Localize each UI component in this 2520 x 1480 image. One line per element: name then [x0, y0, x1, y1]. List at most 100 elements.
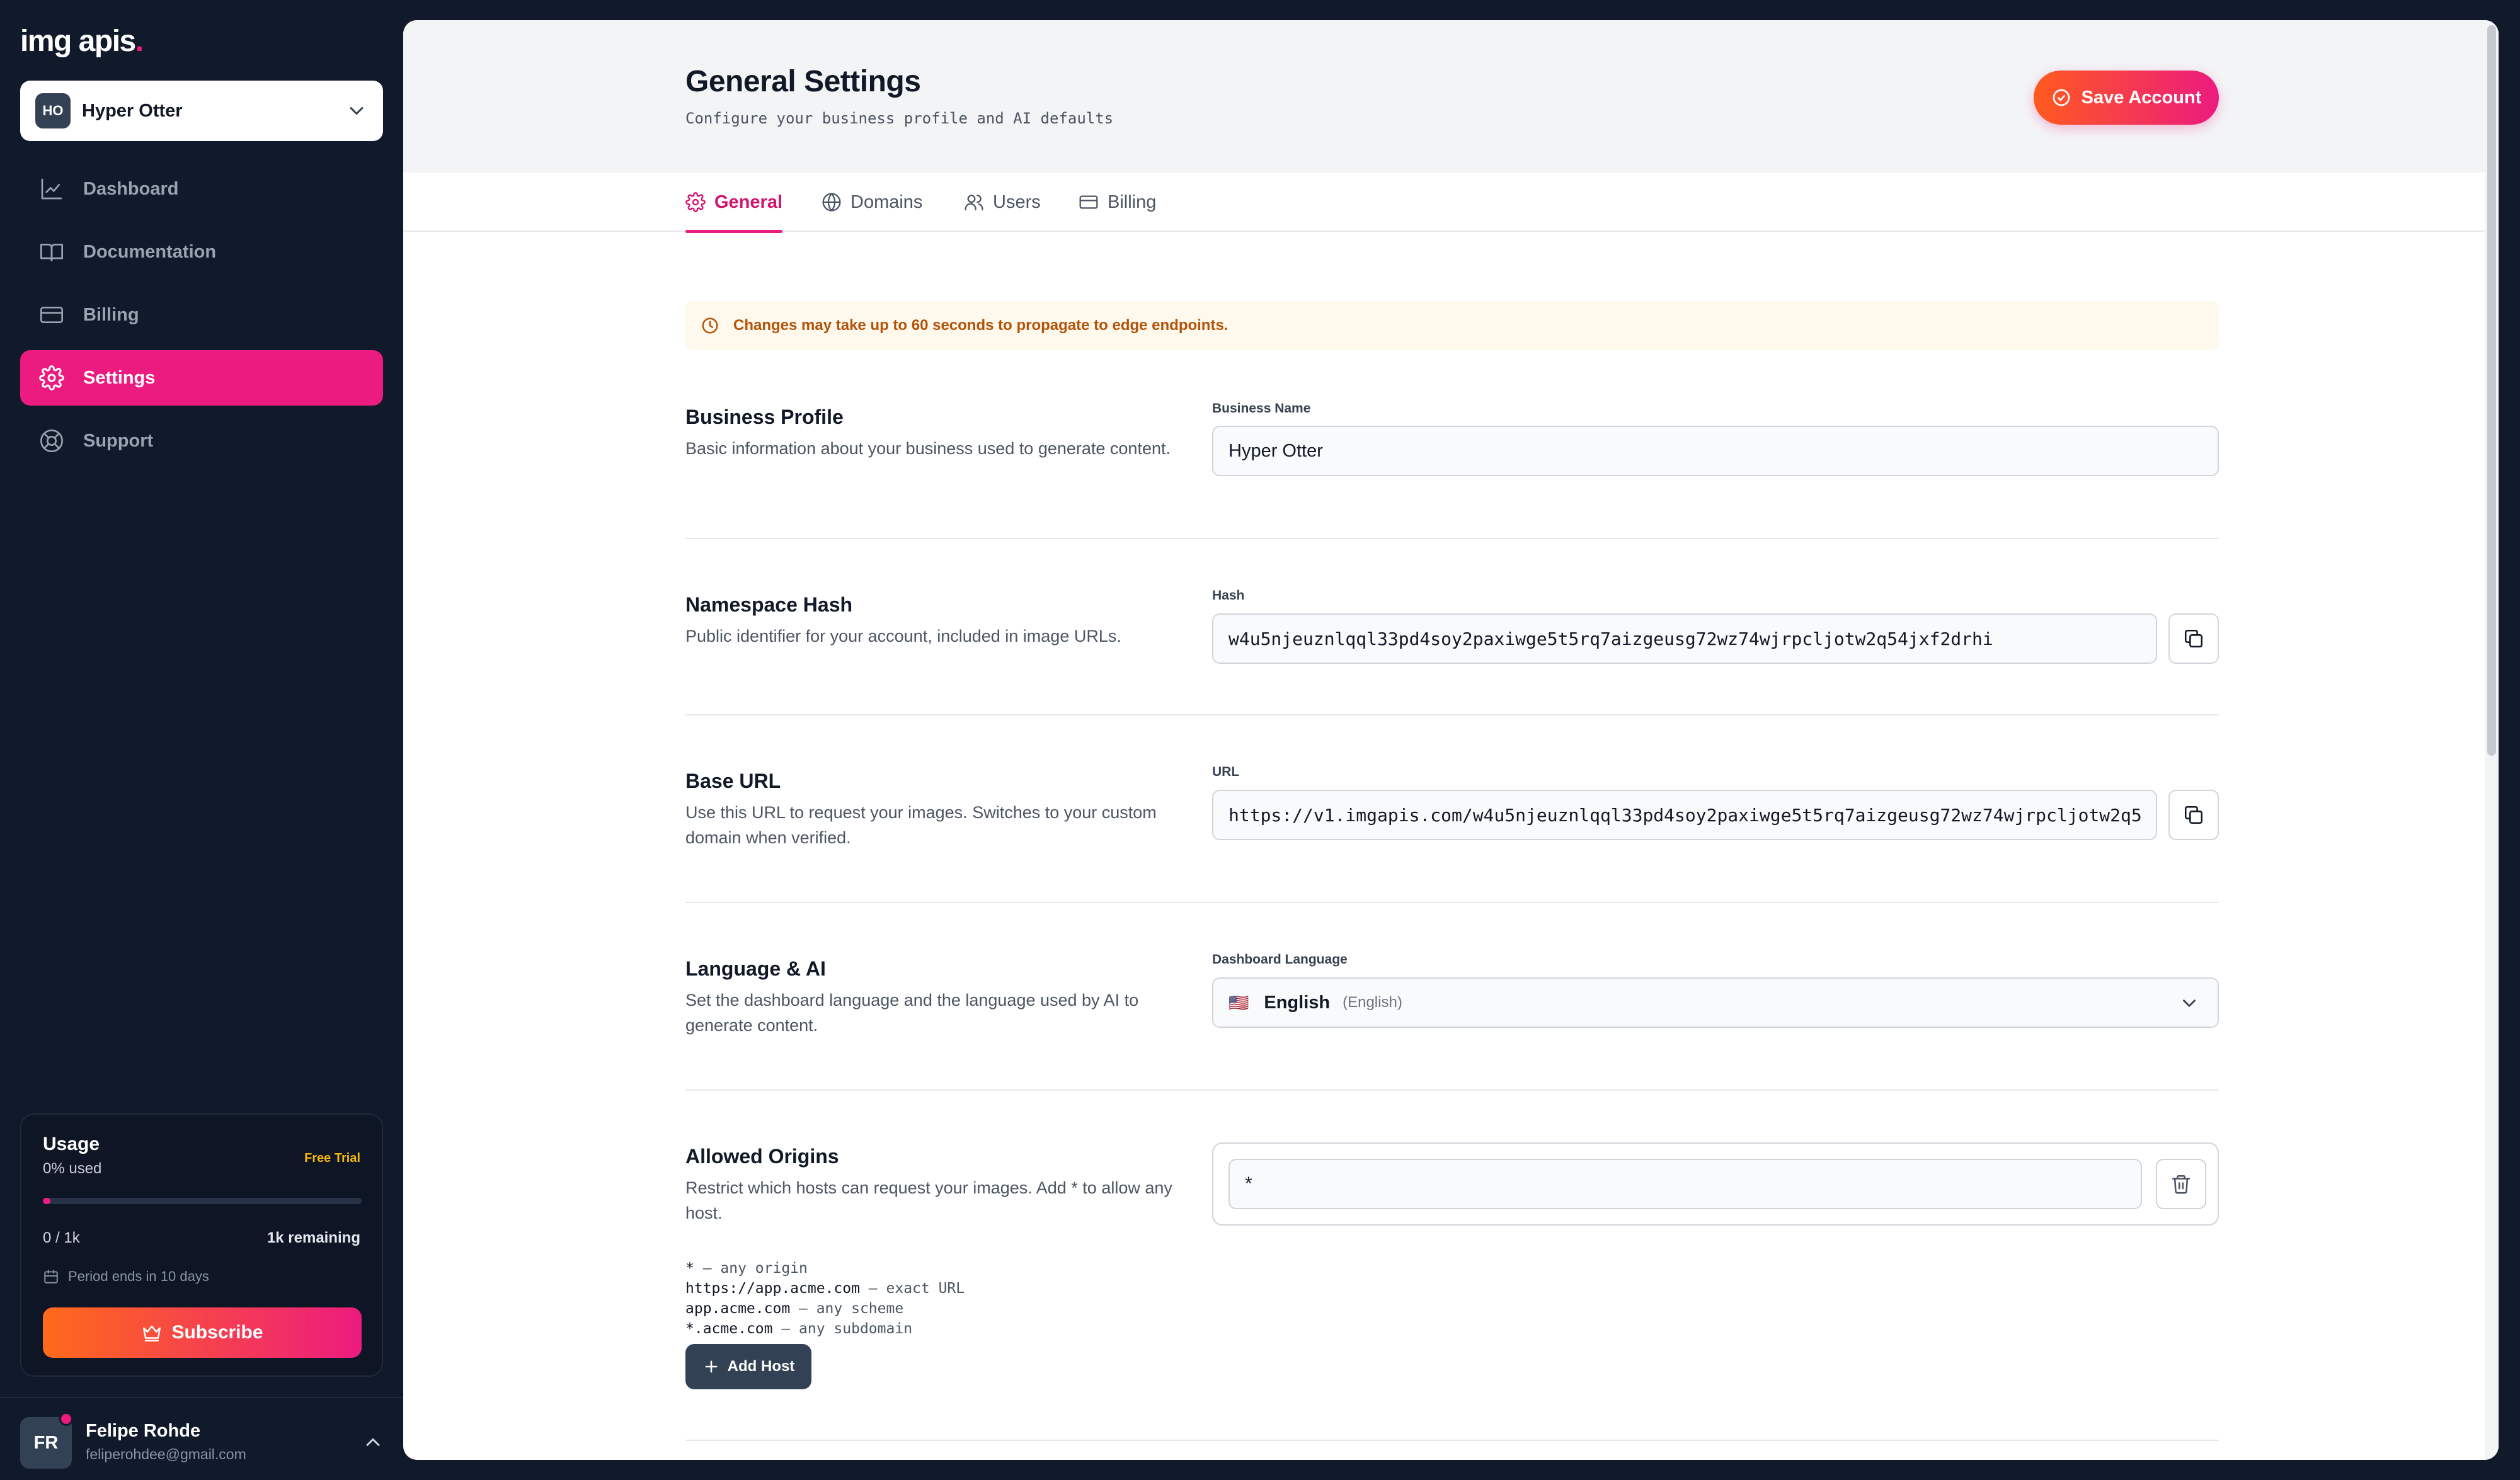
sidebar-item-label: Documentation: [83, 241, 217, 262]
sidebar-item-label: Dashboard: [83, 178, 179, 199]
chart-icon: [41, 178, 62, 200]
business-name-label: Business Name: [1212, 401, 1311, 416]
sidebar-item-label: Support: [83, 430, 154, 451]
globe-icon: [822, 193, 841, 212]
sidebar: img apis. HO Hyper Otter Dashboard Docum…: [0, 0, 403, 1480]
base-url-description: Use this URL to request your images. Swi…: [685, 803, 1157, 847]
divider: [685, 902, 2219, 903]
chevron-down-icon: [350, 107, 364, 115]
brand-logo[interactable]: img apis.: [20, 24, 144, 59]
hash-input[interactable]: w4u5njeuznlqql33pd4soy2paxiwge5t5rq7aizg…: [1212, 613, 2157, 664]
subscribe-label: Subscribe: [171, 1322, 263, 1343]
base-url-input[interactable]: https://v1.imgapis.com/w4u5njeuznlqql33p…: [1212, 790, 2157, 840]
book-open-icon: [40, 244, 63, 261]
dashboard-language-label: Dashboard Language: [1212, 952, 1348, 967]
lifebuoy-icon: [40, 430, 63, 452]
scrollbar[interactable]: [2485, 20, 2499, 1460]
usage-progress-fill: [43, 1198, 50, 1204]
user-menu[interactable]: FR Felipe Rohde feliperohdee@gmail.com: [0, 1397, 403, 1480]
main-panel: General Settings Configure your business…: [403, 20, 2499, 1460]
tab-billing[interactable]: Billing: [1079, 173, 1156, 232]
credit-card-icon: [40, 307, 63, 323]
origin-input[interactable]: *: [1228, 1159, 2142, 1209]
delete-origin-button[interactable]: [2156, 1159, 2206, 1209]
notification-dot: [59, 1412, 73, 1426]
plus-icon: [705, 1360, 718, 1373]
copy-icon: [2184, 805, 2203, 824]
usage-progress-bar: [43, 1198, 362, 1204]
tab-label: Billing: [1108, 191, 1157, 212]
workspace-switcher[interactable]: HO Hyper Otter: [20, 81, 383, 141]
tab-users[interactable]: Users: [964, 173, 1041, 232]
plan-badge: Free Trial: [304, 1151, 360, 1165]
allowed-origins-title: Allowed Origins: [685, 1145, 839, 1168]
language-value: English: [1264, 992, 1331, 1013]
check-circle-icon: [2053, 89, 2070, 106]
settings-tabs: General Domains Users Billing: [403, 173, 2499, 233]
notice-text: Changes may take up to 60 seconds to pro…: [733, 317, 1228, 334]
add-host-label: Add Host: [727, 1358, 795, 1375]
users-icon: [965, 195, 983, 211]
page-header: General Settings Configure your business…: [403, 20, 2499, 173]
tab-domains[interactable]: Domains: [822, 173, 922, 232]
sidebar-item-dashboard[interactable]: Dashboard: [20, 161, 383, 217]
copy-url-button[interactable]: [2168, 790, 2219, 840]
user-email: feliperohdee@gmail.com: [86, 1446, 246, 1462]
namespace-hash-description: Public identifier for your account, incl…: [685, 627, 1121, 646]
divider: [685, 714, 2219, 715]
sidebar-item-documentation[interactable]: Documentation: [20, 224, 383, 280]
allowed-origins-description: Restrict which hosts can request your im…: [685, 1178, 1172, 1222]
origin-example: app.acme.com — any scheme: [685, 1301, 904, 1317]
tab-label: Domains: [850, 191, 923, 212]
us-flag-icon: 🇺🇸: [1228, 993, 1249, 1012]
workspace-name: Hyper Otter: [82, 100, 183, 121]
propagation-notice: Changes may take up to 60 seconds to pro…: [685, 301, 2219, 350]
copy-icon: [2184, 629, 2203, 648]
page-title: General Settings: [685, 65, 921, 98]
user-name: Felipe Rohde: [86, 1421, 201, 1441]
tab-label: Users: [993, 191, 1041, 212]
clock-icon: [702, 317, 718, 334]
subscribe-button[interactable]: Subscribe: [43, 1307, 362, 1358]
sidebar-item-billing[interactable]: Billing: [20, 287, 383, 343]
copy-hash-button[interactable]: [2168, 613, 2219, 664]
divider: [685, 538, 2219, 539]
page-subtitle: Configure your business profile and AI d…: [685, 110, 1114, 127]
add-host-button[interactable]: Add Host: [685, 1344, 811, 1389]
business-name-input[interactable]: Hyper Otter: [1212, 426, 2219, 476]
origin-example: *.acme.com — any subdomain: [685, 1321, 913, 1337]
url-label: URL: [1212, 765, 1240, 779]
workspace-avatar: HO: [35, 93, 71, 128]
usage-card: Usage 0% used Free Trial 0 / 1k 1k remai…: [20, 1113, 383, 1377]
gear-icon: [685, 192, 706, 212]
save-account-label: Save Account: [2081, 87, 2202, 108]
scrollbar-thumb[interactable]: [2487, 25, 2496, 756]
origin-example: * — any origin: [685, 1260, 808, 1277]
hash-label: Hash: [1212, 588, 1245, 603]
business-profile-description: Basic information about your business us…: [685, 439, 1171, 458]
sidebar-nav: Dashboard Documentation Billing Settings…: [20, 161, 383, 476]
base-url-title: Base URL: [685, 770, 781, 792]
chevron-up-icon: [366, 1438, 380, 1446]
usage-percent: 0% used: [43, 1160, 102, 1177]
trash-icon: [2172, 1175, 2191, 1194]
chevron-down-icon: [2183, 999, 2196, 1007]
tab-general[interactable]: General: [685, 173, 782, 233]
origins-list: *: [1212, 1142, 2219, 1226]
sidebar-item-settings[interactable]: Settings: [20, 350, 383, 406]
save-account-button[interactable]: Save Account: [2034, 71, 2219, 125]
language-select[interactable]: 🇺🇸 English (English): [1212, 977, 2219, 1028]
language-native-name: (English): [1343, 994, 1402, 1011]
language-title: Language & AI: [685, 957, 826, 980]
origin-examples: * — any origin https://app.acme.com — ex…: [685, 1258, 965, 1339]
divider: [685, 1090, 2219, 1091]
gear-icon: [39, 365, 64, 390]
sidebar-item-support[interactable]: Support: [20, 413, 383, 469]
usage-period: Period ends in 10 days: [43, 1268, 209, 1285]
tab-label: General: [714, 191, 782, 212]
usage-remaining: 1k remaining: [266, 1229, 360, 1246]
calendar-icon: [44, 1270, 58, 1284]
origin-example: https://app.acme.com — exact URL: [685, 1280, 965, 1297]
crown-icon: [143, 1325, 161, 1342]
sidebar-item-label: Settings: [83, 367, 156, 388]
